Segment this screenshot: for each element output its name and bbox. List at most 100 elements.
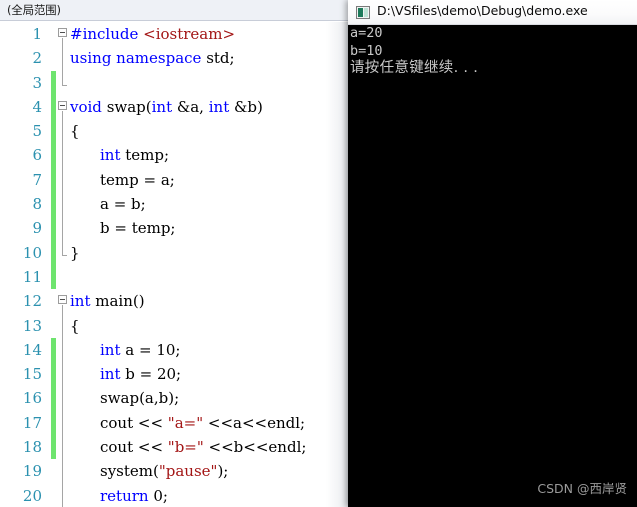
code-line[interactable]: 19 system("pause"); (0, 459, 350, 484)
code-text: cout << "a=" <<a<<endl; (100, 411, 305, 435)
code-token: { (70, 316, 80, 335)
line-number: 9 (32, 219, 42, 238)
line-number: 7 (32, 170, 42, 189)
fold-guide-end (62, 254, 67, 256)
collapse-toggle-icon[interactable] (58, 295, 67, 305)
code-text: int temp; (100, 143, 169, 167)
code-token: &b) (234, 97, 263, 116)
code-token: <<a<<endl; (203, 413, 306, 432)
code-token: temp; (125, 146, 170, 165)
code-line[interactable]: 13 { (0, 313, 350, 338)
code-text: cout << "b=" <<b<<endl; (100, 435, 306, 459)
console-icon-left-block (358, 8, 363, 17)
code-token: void (70, 97, 107, 116)
line-number: 1 (32, 25, 42, 43)
collapse-toggle-icon[interactable] (58, 28, 67, 37)
fold-guide-line (62, 46, 63, 71)
code-text: void swap(int &a, int &b) (70, 95, 263, 119)
fold-guide-line (62, 216, 63, 241)
fold-guide-line (62, 435, 63, 460)
code-token: } (70, 243, 80, 262)
change-bar-segment (51, 70, 56, 290)
code-token: #include (70, 25, 144, 43)
code-text: #include <iostream> (70, 22, 235, 46)
code-token: temp = a; (100, 170, 175, 189)
code-text: { (70, 119, 80, 143)
code-token: system( (100, 462, 159, 481)
code-text: using namespace std; (70, 46, 235, 70)
line-number: 14 (22, 340, 42, 359)
console-output-line: b=10 (350, 42, 383, 59)
code-token: swap(a,b); (100, 389, 180, 408)
code-token: <<b<<endl; (203, 438, 307, 457)
fold-guide-line (62, 143, 63, 168)
console-title-bar[interactable]: D:\VSfiles\demo\Debug\demo.exe (348, 0, 637, 25)
csdn-watermark: CSDN @西岸贤 (537, 481, 627, 496)
code-token: swap( (106, 97, 152, 116)
fold-guide-line (62, 410, 63, 436)
code-token: "b=" (167, 438, 204, 457)
change-bar-segment (51, 337, 56, 460)
code-line[interactable]: 20 return 0; (0, 483, 350, 507)
code-line[interactable]: 1 #include <iostream> (0, 22, 350, 47)
console-output-area[interactable]: a=20 b=10 请按任意键继续. . . CSDN @西岸贤 (348, 25, 637, 507)
code-token: std; (206, 49, 235, 68)
line-number: 15 (22, 365, 42, 384)
code-text: int b = 20; (100, 362, 181, 386)
fold-guide-line (62, 110, 63, 120)
code-token: cout << (100, 413, 168, 432)
fold-guide-end (62, 84, 67, 86)
line-number: 18 (22, 438, 42, 457)
line-number: 8 (32, 195, 42, 214)
console-output-line: 请按任意键继续. . . (350, 60, 479, 76)
collapse-toggle-icon[interactable] (58, 100, 67, 110)
fold-guide-line (62, 337, 63, 363)
code-editor-surface[interactable]: 1 #include <iostream> 2 using namespace std… (0, 22, 350, 507)
fold-guide-line (62, 70, 63, 85)
code-text: swap(a,b); (100, 386, 179, 410)
code-line[interactable]: 12 int main() (0, 289, 350, 314)
code-token: "a=" (167, 413, 204, 432)
code-token: a = b; (100, 195, 146, 214)
code-line[interactable]: 2 using namespace std; (0, 46, 350, 71)
fold-guide-line (62, 459, 63, 484)
code-token: int (70, 292, 96, 311)
code-token: "pause" (158, 462, 218, 481)
code-text: return 0; (100, 484, 168, 507)
console-output-line: a=20 (350, 25, 383, 41)
line-number: 5 (32, 122, 42, 141)
fold-guide-line (62, 386, 63, 411)
code-text: int main() (70, 289, 145, 313)
console-title-text: D:\VSfiles\demo\Debug\demo.exe (377, 3, 588, 18)
fold-guide-line (62, 192, 63, 217)
scope-selector-dropdown[interactable]: (全局范围) (7, 2, 61, 18)
code-text: a = b; (100, 192, 146, 216)
line-number: 16 (22, 389, 42, 408)
fold-guide-line (62, 483, 63, 507)
code-token: int (100, 365, 126, 384)
console-window[interactable]: D:\VSfiles\demo\Debug\demo.exe a=20 b=10 请… (348, 0, 637, 507)
line-number: 2 (32, 49, 42, 68)
code-token: int (151, 97, 177, 116)
line-number: 4 (32, 97, 42, 116)
fold-guide-line (62, 119, 63, 144)
code-token: return (100, 486, 154, 505)
console-output-lines: a=20 b=10 请按任意键继续. . . (348, 25, 637, 78)
code-text: temp = a; (100, 168, 175, 192)
line-number: 6 (32, 146, 42, 165)
scope-navigation-bar: (全局范围) (0, 0, 350, 21)
code-token: b = 20; (125, 365, 182, 384)
code-token: { (70, 122, 80, 141)
code-token: 0; (153, 486, 168, 505)
code-text: } (70, 241, 80, 265)
code-token: int (100, 340, 126, 359)
fold-guide-line (62, 167, 63, 193)
line-number: 3 (32, 73, 42, 92)
code-token: <iostream> (143, 25, 236, 43)
line-number: 17 (22, 413, 42, 432)
console-icon-right-block (364, 8, 368, 17)
code-text: { (70, 314, 80, 338)
fold-guide-line (62, 38, 63, 47)
code-token: a = 10; (125, 340, 181, 359)
code-token: main() (95, 292, 145, 311)
